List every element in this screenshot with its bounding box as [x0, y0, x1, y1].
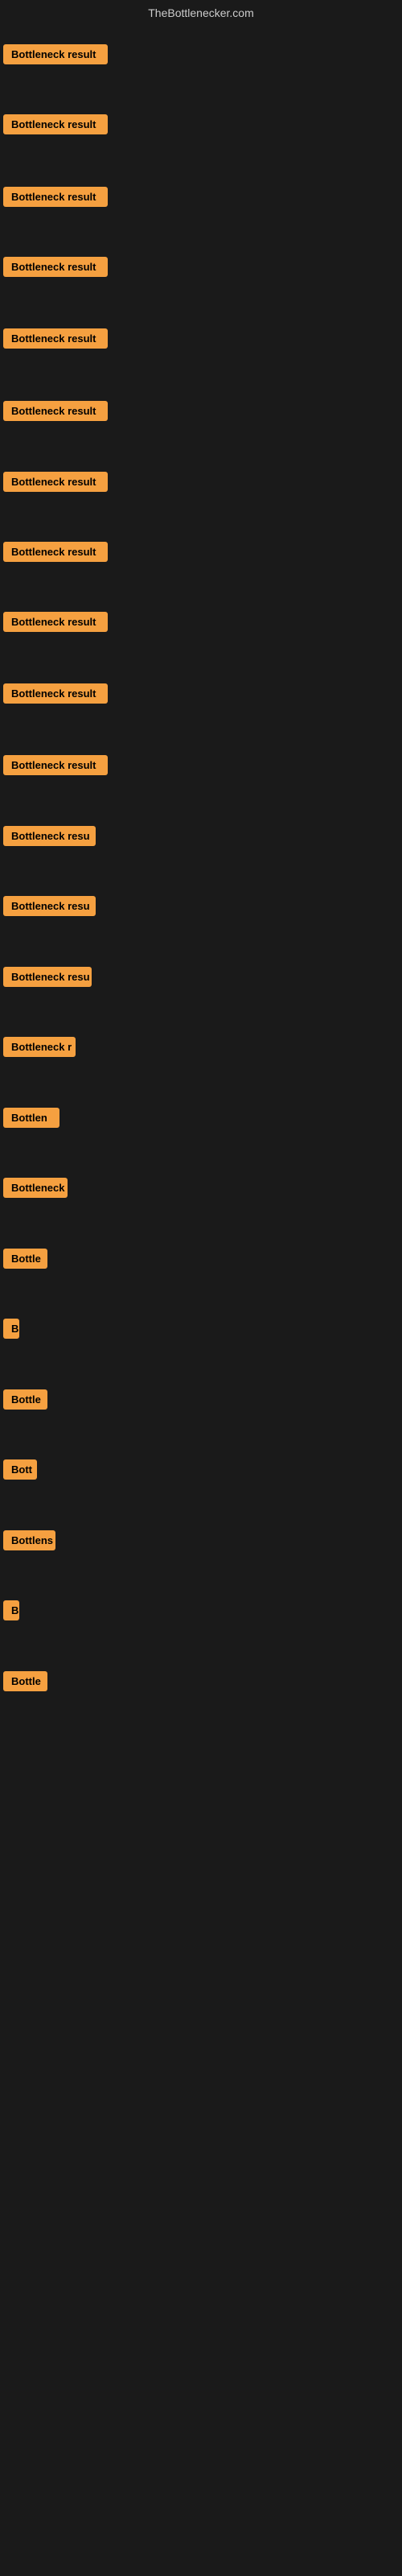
badge-label-19: B	[3, 1319, 19, 1339]
bottleneck-badge-11[interactable]: Bottleneck result	[3, 755, 108, 779]
badge-label-4: Bottleneck result	[3, 257, 108, 277]
badge-label-11: Bottleneck result	[3, 755, 108, 775]
badge-label-8: Bottleneck result	[3, 542, 108, 562]
badge-label-1: Bottleneck result	[3, 44, 108, 64]
bottleneck-badge-12[interactable]: Bottleneck resu	[3, 826, 96, 850]
badge-label-12: Bottleneck resu	[3, 826, 96, 846]
bottleneck-badge-6[interactable]: Bottleneck result	[3, 401, 108, 425]
site-title-container: TheBottlenecker.com	[0, 0, 402, 23]
badge-label-9: Bottleneck result	[3, 612, 108, 632]
badge-label-22: Bottlens	[3, 1530, 55, 1550]
bottleneck-badge-4[interactable]: Bottleneck result	[3, 257, 108, 281]
badge-label-16: Bottlen	[3, 1108, 59, 1128]
bottleneck-badge-13[interactable]: Bottleneck resu	[3, 896, 96, 920]
badge-label-23: B	[3, 1600, 19, 1620]
bottleneck-badge-21[interactable]: Bott	[3, 1459, 37, 1484]
bottleneck-badge-10[interactable]: Bottleneck result	[3, 683, 108, 708]
bottleneck-badge-24[interactable]: Bottle	[3, 1671, 47, 1695]
bottleneck-badge-23[interactable]: B	[3, 1600, 19, 1624]
badge-label-5: Bottleneck result	[3, 328, 108, 349]
badge-label-3: Bottleneck result	[3, 187, 108, 207]
bottleneck-badge-14[interactable]: Bottleneck resu	[3, 967, 92, 991]
bottleneck-badge-22[interactable]: Bottlens	[3, 1530, 55, 1554]
bottleneck-badge-15[interactable]: Bottleneck r	[3, 1037, 76, 1061]
bottleneck-badge-20[interactable]: Bottle	[3, 1389, 47, 1414]
bottleneck-badge-17[interactable]: Bottleneck	[3, 1178, 68, 1202]
badge-label-13: Bottleneck resu	[3, 896, 96, 916]
badge-label-6: Bottleneck result	[3, 401, 108, 421]
badge-label-7: Bottleneck result	[3, 472, 108, 492]
badge-label-24: Bottle	[3, 1671, 47, 1691]
badge-label-21: Bott	[3, 1459, 37, 1480]
badge-label-14: Bottleneck resu	[3, 967, 92, 987]
bottleneck-badge-18[interactable]: Bottle	[3, 1249, 47, 1273]
bottleneck-badge-7[interactable]: Bottleneck result	[3, 472, 108, 496]
site-title: TheBottlenecker.com	[0, 0, 402, 23]
badge-label-10: Bottleneck result	[3, 683, 108, 704]
bottleneck-badge-5[interactable]: Bottleneck result	[3, 328, 108, 353]
badge-label-18: Bottle	[3, 1249, 47, 1269]
badges-container: Bottleneck result Bottleneck result Bottle…	[0, 23, 402, 2566]
bottleneck-badge-3[interactable]: Bottleneck result	[3, 187, 108, 211]
bottleneck-badge-9[interactable]: Bottleneck result	[3, 612, 108, 636]
badge-label-20: Bottle	[3, 1389, 47, 1410]
bottleneck-badge-1[interactable]: Bottleneck result	[3, 44, 108, 68]
badge-label-15: Bottleneck r	[3, 1037, 76, 1057]
bottleneck-badge-19[interactable]: B	[3, 1319, 19, 1343]
bottleneck-badge-8[interactable]: Bottleneck result	[3, 542, 108, 566]
badge-label-2: Bottleneck result	[3, 114, 108, 134]
bottleneck-badge-16[interactable]: Bottlen	[3, 1108, 59, 1132]
bottleneck-badge-2[interactable]: Bottleneck result	[3, 114, 108, 138]
badge-label-17: Bottleneck	[3, 1178, 68, 1198]
